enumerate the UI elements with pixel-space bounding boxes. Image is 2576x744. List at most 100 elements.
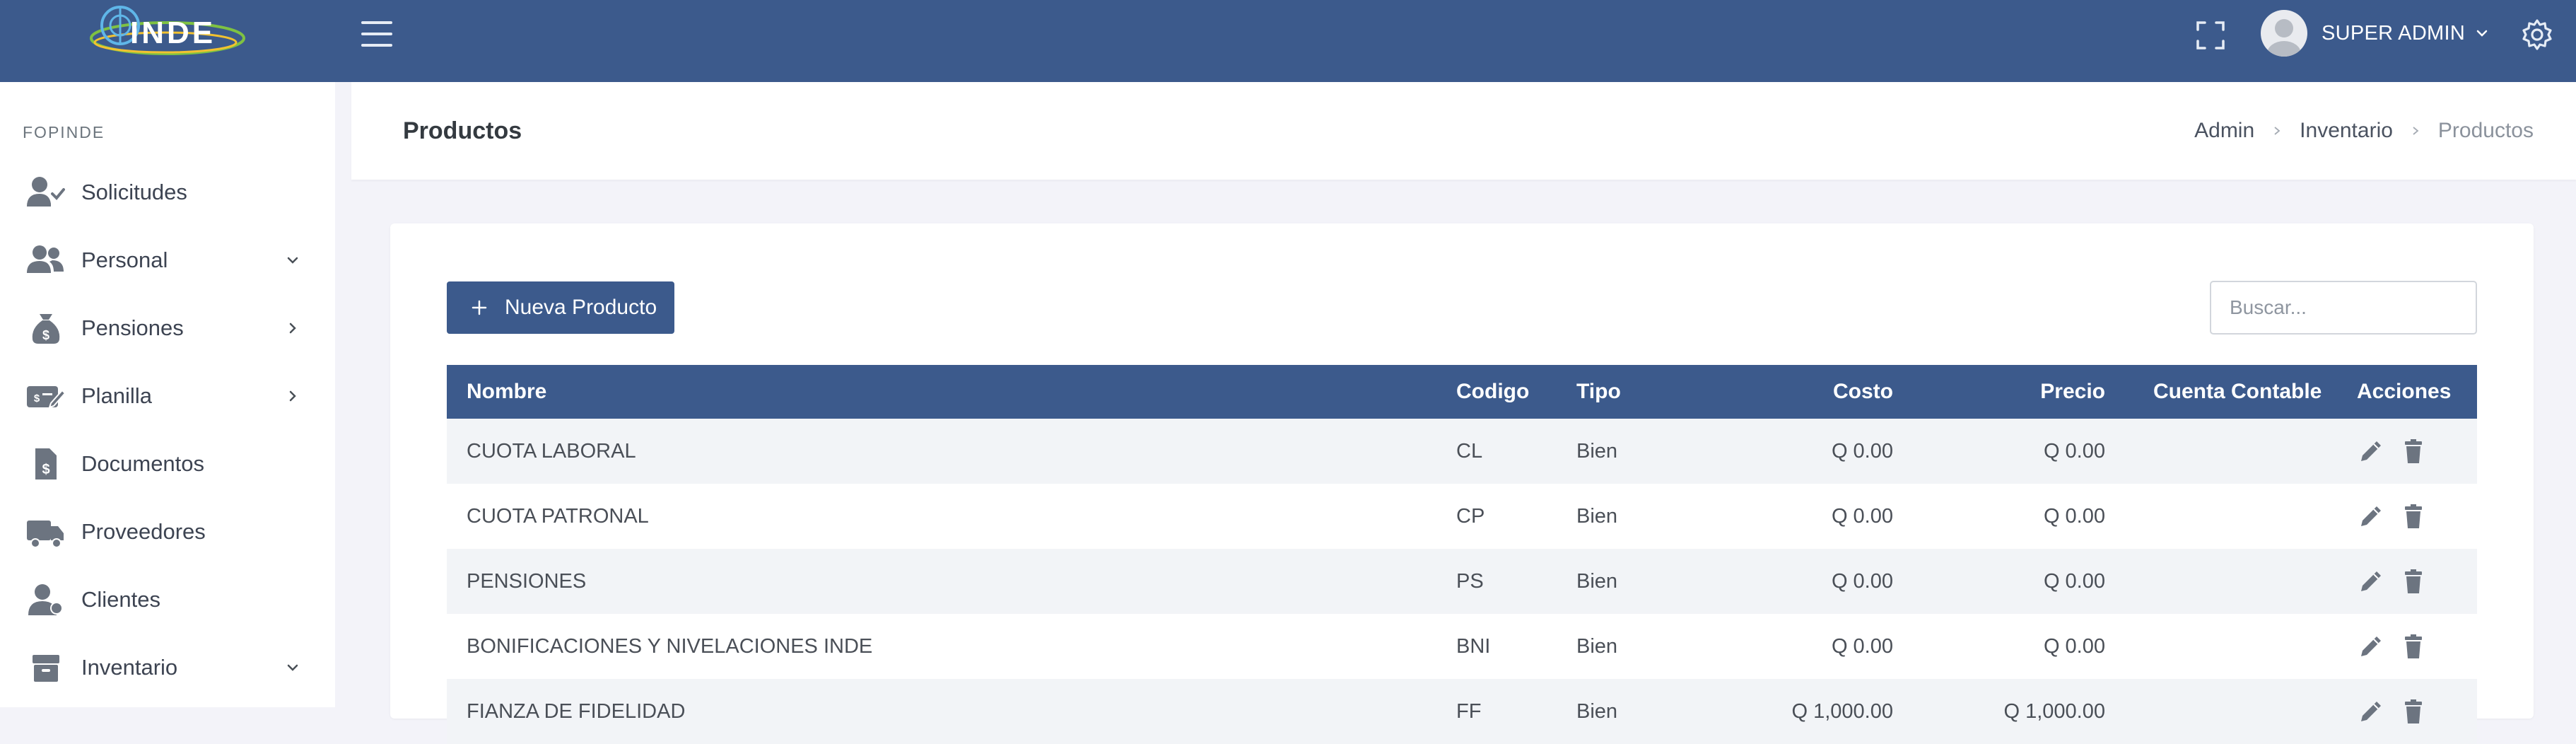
column-header-precio[interactable]: Precio (2040, 365, 2105, 419)
sidebar-item-personal[interactable]: Personal (0, 226, 335, 294)
row-actions (2357, 614, 2428, 679)
row-actions (2357, 679, 2428, 744)
cell-precio: Q 0.00 (2043, 439, 2105, 463)
cell-tipo: Bien (1576, 634, 1618, 658)
row-actions (2357, 549, 2428, 614)
avatar[interactable] (2261, 10, 2307, 57)
edit-pencil-icon[interactable] (2357, 697, 2385, 726)
cell-nombre: BONIFICACIONES Y NIVELACIONES INDE (467, 634, 873, 658)
fullscreen-icon[interactable] (2195, 20, 2226, 51)
file-invoice-dollar-icon: $ (27, 447, 65, 481)
breadcrumb-item-admin[interactable]: Admin (2194, 119, 2254, 143)
column-header-acciones: Acciones (2357, 380, 2452, 403)
table-header: Nombre Codigo Tipo Costo Precio Cuenta C… (447, 365, 2477, 419)
cell-nombre: CUOTA LABORAL (467, 439, 636, 463)
sidebar-item-label: Documentos (81, 451, 205, 476)
cell-costo: Q 0.00 (1831, 634, 1893, 658)
sidebar-item-planilla[interactable]: $ Planilla (0, 362, 335, 430)
sidebar: FOPINDE Solicitudes Personal $ Pensiones… (0, 82, 335, 707)
svg-text:$: $ (34, 393, 40, 405)
page-title-bar: Productos Admin Inventario Productos (351, 82, 2576, 180)
chevron-right-icon (289, 390, 296, 402)
sidebar-item-label: Personal (81, 248, 168, 272)
column-header-cuenta-contable[interactable]: Cuenta Contable (2153, 365, 2322, 419)
table-row: FIANZA DE FIDELIDAD FF Bien Q 1,000.00 Q… (447, 679, 2477, 744)
money-bag-icon: $ (27, 311, 65, 345)
sidebar-item-inventario[interactable]: Inventario (0, 634, 335, 702)
cell-costo: Q 0.00 (1831, 439, 1893, 463)
chevron-down-icon (287, 257, 298, 264)
sidebar-item-label: Inventario (81, 655, 178, 680)
cell-nombre: FIANZA DE FIDELIDAD (467, 699, 686, 723)
cell-costo: Q 0.00 (1831, 569, 1893, 593)
users-icon (27, 243, 65, 277)
svg-text:$: $ (42, 462, 49, 477)
sidebar-item-label: Pensiones (81, 315, 184, 340)
trash-icon[interactable] (2399, 567, 2428, 595)
edit-pencil-icon[interactable] (2357, 437, 2385, 465)
cell-tipo: Bien (1576, 569, 1618, 593)
cell-precio: Q 0.00 (2043, 504, 2105, 528)
cell-tipo: Bien (1576, 504, 1618, 528)
cell-nombre: CUOTA PATRONAL (467, 504, 649, 528)
table-row: CUOTA LABORAL CL Bien Q 0.00 Q 0.00 (447, 419, 2477, 484)
breadcrumb-item-inventario[interactable]: Inventario (2300, 119, 2393, 143)
sidebar-item-solicitudes[interactable]: Solicitudes (0, 158, 335, 226)
menu-toggle-button[interactable] (361, 21, 392, 47)
products-card: Nueva Producto Nombre Codigo Tipo Costo … (390, 223, 2534, 744)
cell-costo: Q 0.00 (1831, 504, 1893, 528)
trash-icon[interactable] (2399, 697, 2428, 726)
trash-icon[interactable] (2399, 437, 2428, 465)
search-input[interactable] (2210, 281, 2477, 335)
hamburger-line (361, 44, 392, 47)
sidebar-item-label: Planilla (81, 383, 152, 408)
edit-pencil-icon[interactable] (2357, 502, 2385, 530)
edit-pencil-icon[interactable] (2357, 632, 2385, 661)
products-table: Nombre Codigo Tipo Costo Precio Cuenta C… (447, 365, 2477, 744)
new-product-button[interactable]: Nueva Producto (447, 281, 674, 334)
cell-codigo: PS (1456, 569, 1484, 593)
sidebar-item-label: Solicitudes (81, 180, 187, 204)
row-actions (2357, 419, 2428, 484)
new-product-label: Nueva Producto (505, 296, 657, 319)
cell-codigo: CP (1456, 504, 1485, 528)
sidebar-item-pensiones[interactable]: $ Pensiones (0, 294, 335, 362)
table-row: BONIFICACIONES Y NIVELACIONES INDE BNI B… (447, 614, 2477, 679)
sidebar-item-proveedores[interactable]: Proveedores (0, 498, 335, 566)
column-header-costo[interactable]: Costo (1833, 365, 1893, 419)
chevron-down-icon (2476, 30, 2488, 37)
money-check-edit-icon: $ (27, 379, 65, 413)
user-tie-icon (27, 583, 65, 617)
breadcrumb: Admin Inventario Productos (2194, 119, 2534, 143)
sidebar-item-documentos[interactable]: $ Documentos (0, 430, 335, 498)
logo-text: INDE (130, 16, 216, 50)
svg-text:$: $ (42, 328, 49, 342)
edit-pencil-icon[interactable] (2357, 567, 2385, 595)
inde-logo[interactable]: INDE (86, 4, 249, 64)
sidebar-item-clientes[interactable]: Clientes (0, 566, 335, 634)
cell-precio: Q 1,000.00 (2003, 699, 2106, 723)
table-row: PENSIONES PS Bien Q 0.00 Q 0.00 (447, 549, 2477, 614)
column-header-tipo[interactable]: Tipo (1576, 365, 1621, 419)
cell-costo: Q 1,000.00 (1791, 699, 1894, 723)
top-header: INDE SUPER ADMIN (0, 0, 2576, 82)
user-menu[interactable]: SUPER ADMIN (2261, 10, 2489, 57)
column-header-codigo[interactable]: Codigo (1456, 365, 1529, 419)
hamburger-line (361, 21, 392, 24)
row-actions (2357, 484, 2428, 549)
chevron-right-icon (2413, 127, 2419, 135)
trash-icon[interactable] (2399, 502, 2428, 530)
chevron-right-icon (289, 322, 296, 334)
trash-icon[interactable] (2399, 632, 2428, 661)
sidebar-item-label: Clientes (81, 587, 160, 612)
gear-icon[interactable] (2521, 18, 2553, 51)
cell-tipo: Bien (1576, 439, 1618, 463)
default-avatar-icon (2267, 19, 2301, 57)
sidebar-item-label: Proveedores (81, 519, 206, 544)
page-title: Productos (403, 117, 522, 144)
column-header-nombre[interactable]: Nombre (467, 365, 546, 419)
user-name: SUPER ADMIN (2322, 21, 2466, 45)
logo-area[interactable]: INDE (0, 0, 335, 82)
cell-nombre: PENSIONES (467, 569, 587, 593)
breadcrumb-item-productos: Productos (2437, 119, 2534, 142)
